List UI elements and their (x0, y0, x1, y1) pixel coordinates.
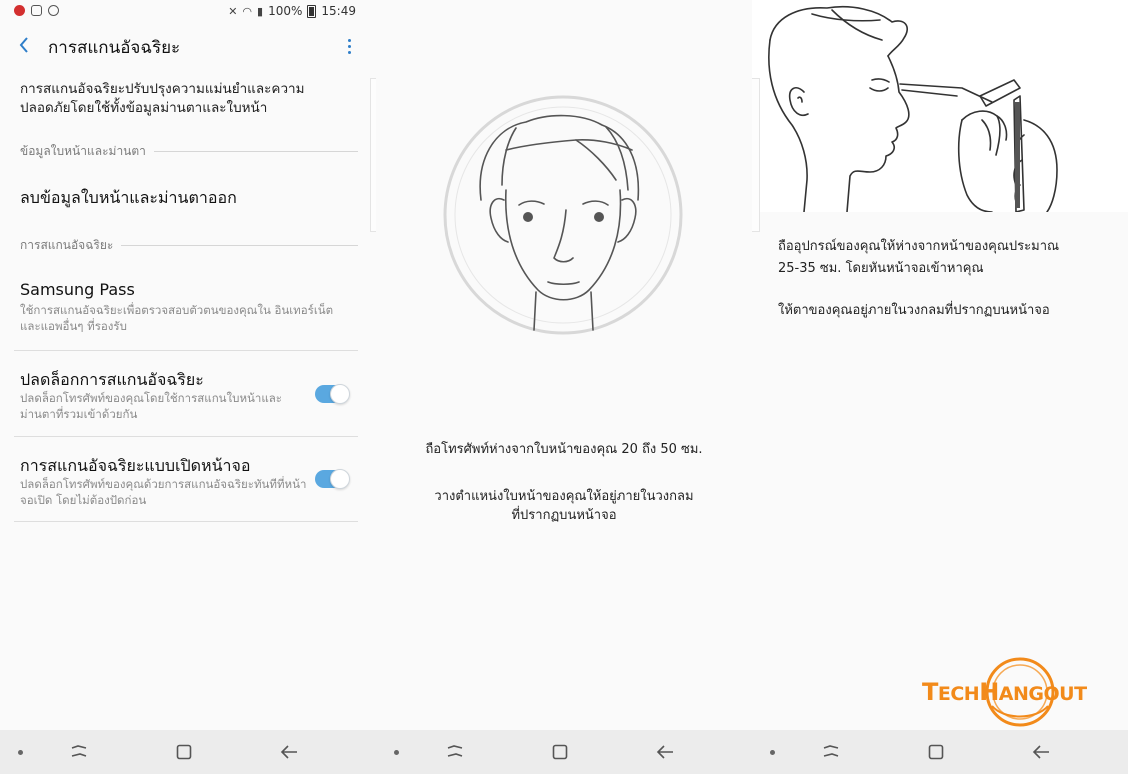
section-header-intelligent-scan: การสแกนอัจฉริยะ (20, 236, 358, 255)
signal-icon: ▮ (257, 4, 264, 18)
gallery-icon (31, 5, 42, 16)
nav-dot-icon[interactable] (394, 750, 399, 755)
samsung-pass-title: Samsung Pass (20, 280, 135, 299)
back-button[interactable] (12, 31, 36, 59)
section-header-face-iris: ข้อมูลใบหน้าและม่านตา (20, 142, 358, 161)
unlock-subtitle: ปลดล็อกโทรศัพท์ของคุณโดยใช้การสแกนใบหน้า… (20, 391, 282, 421)
more-dot-icon (347, 44, 351, 48)
status-bar: ✕ ◠ ▮ 100% 15:49 (0, 0, 376, 24)
page-title: การสแกนอัจฉริยะ (48, 38, 181, 58)
more-dot-icon (347, 50, 351, 54)
description-text: การสแกนอัจฉริยะปรับปรุงความแม่นยำและความ… (20, 81, 305, 116)
distance-instruction: ถือโทรศัพท์ห่างจากใบหน้าของคุณ 20 ถึง 50… (425, 442, 703, 457)
app-bar: การสแกนอัจฉริยะ (0, 28, 376, 64)
settings-screen: ✕ ◠ ▮ 100% 15:49 การสแกนอัจฉริยะ การสแกน… (0, 0, 376, 774)
back-nav-icon[interactable] (656, 743, 674, 761)
section-divider (121, 245, 358, 246)
nav-dot-icon[interactable] (18, 750, 23, 755)
more-options-button[interactable] (340, 33, 358, 59)
notification-app-icon (14, 5, 25, 16)
previous-panel-edge (752, 78, 760, 232)
logo-wordmark: TECHHANGOUT (922, 678, 1087, 706)
illustration-area (752, 0, 1128, 213)
wifi-icon: ◠ (242, 4, 253, 18)
samsung-pass-subtitle: ใช้การสแกนอัจฉริยะเพื่อตรวจสอบตัวตนของคุ… (20, 303, 334, 333)
home-icon[interactable] (928, 744, 944, 760)
person-holding-phone-illustration (768, 5, 1058, 213)
navigation-bar (752, 730, 1128, 774)
face-outline-illustration (443, 95, 683, 335)
nav-dot-icon[interactable] (770, 750, 775, 755)
toggle-knob (330, 469, 350, 489)
section-divider (153, 151, 358, 152)
list-divider (14, 436, 358, 437)
chevron-left-icon (19, 37, 28, 53)
screen-on-subtitle: ปลดล็อกโทรศัพท์ของคุณด้วยการสแกนอัจฉริยะ… (20, 477, 307, 507)
logo-letters: ANGOUT (998, 683, 1087, 705)
navigation-bar (0, 730, 376, 774)
mute-icon: ✕ (228, 4, 238, 18)
unlock-toggle[interactable] (315, 384, 350, 404)
recent-apps-icon[interactable] (70, 744, 88, 760)
more-dot-icon (347, 38, 351, 42)
screen-on-toggle[interactable] (315, 469, 350, 489)
home-icon[interactable] (176, 744, 192, 760)
position-instruction-line2: ที่ปรากฏบนหน้าจอ (511, 508, 617, 523)
hold-distance-instruction-line2: 25-35 ซม. โดยหันหน้าจอเข้าหาคุณ (778, 261, 984, 276)
navigation-bar (376, 730, 752, 774)
hold-distance-instruction-line1: ถืออุปกรณ์ของคุณให้ห่างจากหน้าของคุณประม… (778, 239, 1060, 254)
battery-icon (307, 4, 317, 18)
battery-percent: 100% (268, 4, 303, 18)
position-instruction-line1: วางตำแหน่งใบหน้าของคุณให้อยู่ภายในวงกลม (434, 489, 694, 504)
logo-letters: ECH (937, 683, 980, 705)
techhangout-watermark-logo: TECHHANGOUT (920, 656, 1120, 727)
home-icon[interactable] (552, 744, 568, 760)
message-icon (48, 5, 59, 16)
recent-apps-icon[interactable] (446, 744, 464, 760)
toggle-knob (330, 384, 350, 404)
clock: 15:49 (321, 4, 356, 18)
section-header-label: การสแกนอัจฉริยะ (20, 238, 114, 252)
logo-letter: H (979, 678, 999, 706)
logo-letter: T (922, 678, 938, 706)
recent-apps-icon[interactable] (822, 744, 840, 760)
remove-data-item[interactable]: ลบข้อมูลใบหน้าและม่านตาออก (20, 186, 237, 211)
back-nav-icon[interactable] (280, 743, 298, 761)
list-divider (14, 350, 358, 351)
face-position-guide-screen: ถือโทรศัพท์ห่างจากใบหน้าของคุณ 20 ถึง 50… (376, 0, 752, 774)
section-header-label: ข้อมูลใบหน้าและม่านตา (20, 144, 146, 158)
back-nav-icon[interactable] (1032, 743, 1050, 761)
eye-circle-instruction: ให้ตาของคุณอยู่ภายในวงกลมที่ปรากฏบนหน้าจ… (778, 303, 1050, 318)
list-divider (14, 521, 358, 522)
